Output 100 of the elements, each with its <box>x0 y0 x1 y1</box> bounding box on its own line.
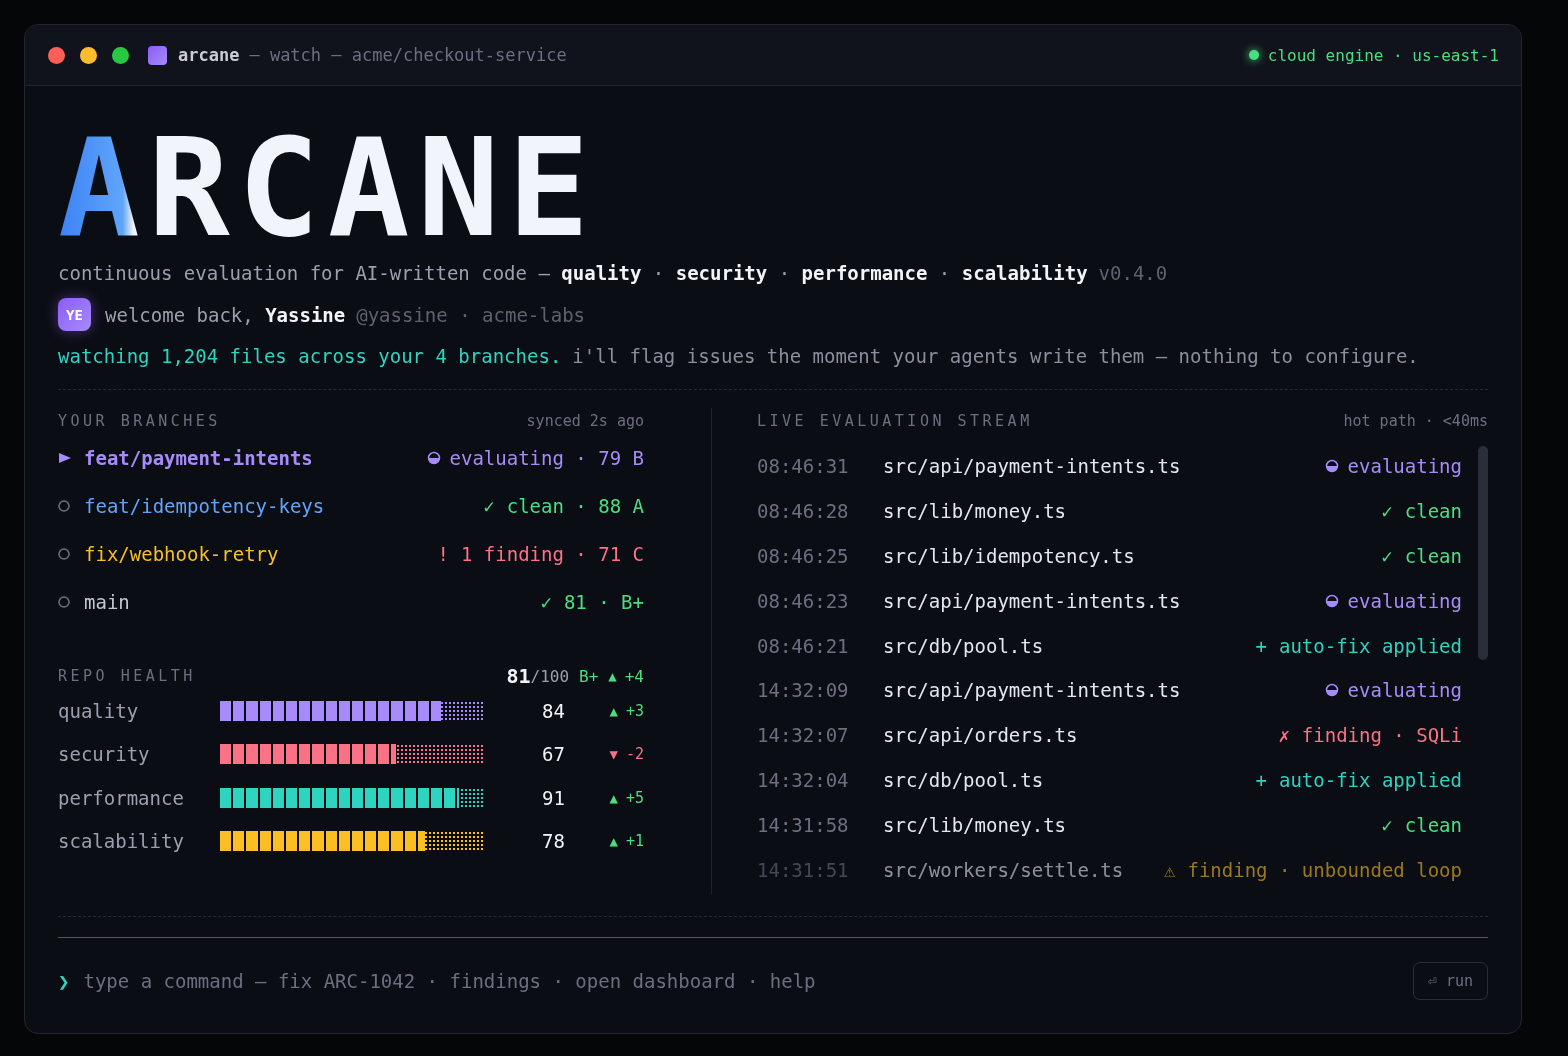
branch-name: feat/idempotency-keys <box>84 495 325 517</box>
event-status: finding · SQLi <box>1301 724 1462 747</box>
event-status: clean <box>1404 813 1462 836</box>
circle-marker-icon <box>58 596 72 608</box>
branch-name: feat/payment-intents <box>84 447 313 469</box>
trend-arrow: ▲ <box>609 833 618 850</box>
event-status: auto-fix applied <box>1278 768 1462 791</box>
file-path: src/db/pool.ts <box>883 634 1044 657</box>
file-path: src/lib/money.ts <box>883 500 1067 523</box>
section-title: REPO HEALTH <box>58 667 196 685</box>
metric-delta: -2 <box>625 745 644 764</box>
status-glyph: ⚠ <box>1164 858 1176 881</box>
branch-item[interactable]: main ✓ 81 · B+ <box>58 578 644 626</box>
trend-arrow: ▲ <box>609 789 618 806</box>
maximize-button[interactable] <box>112 46 129 64</box>
event-time: 08:46:25 <box>757 545 850 567</box>
event-status: clean <box>1404 545 1462 567</box>
section-title: LIVE EVALUATION STREAM <box>757 412 1033 430</box>
branch-status: 1 finding · 71 C <box>460 543 644 565</box>
watching-note: i'll flag issues the moment your agents write them — nothing to configure. <box>572 345 1419 367</box>
file-path: src/api/payment-intents.ts <box>883 589 1181 612</box>
app-icon <box>148 45 167 65</box>
app-name: arcane <box>178 45 240 65</box>
status-glyph: ✓ <box>540 591 552 613</box>
status-glyph: ✓ <box>1381 500 1393 523</box>
status-dot-icon <box>1248 50 1259 60</box>
branch-item[interactable]: feat/idempotency-keys ✓ clean · 88 A <box>58 482 644 530</box>
branch-item[interactable]: feat/payment-intents evaluating · 79 B <box>58 434 644 482</box>
event-time: 08:46:31 <box>757 455 850 478</box>
metric-delta: +3 <box>625 701 644 720</box>
status-glyph: + <box>1255 634 1267 657</box>
version-label: v0.4.0 <box>1098 262 1168 284</box>
file-path: src/db/pool.ts <box>883 768 1044 791</box>
file-path: src/lib/money.ts <box>883 813 1067 836</box>
circle-marker-icon <box>58 548 72 560</box>
metric-value: 78 <box>541 830 565 853</box>
file-path: src/lib/idempotency.ts <box>883 545 1135 567</box>
health-grade: B+ <box>579 666 599 686</box>
event-time: 08:46:28 <box>757 500 850 523</box>
branch-name: fix/webhook-retry <box>84 543 279 565</box>
event-status: evaluating <box>1347 455 1462 478</box>
metric-value: 67 <box>541 743 565 766</box>
watching-summary: watching 1,204 files across your 4 branches. <box>58 345 562 367</box>
metric-value: 84 <box>541 699 565 722</box>
file-path: src/api/payment-intents.ts <box>883 679 1181 702</box>
sync-status: synced 2s ago <box>526 412 644 430</box>
score-delta: +4 <box>624 666 644 686</box>
event-time: 14:31:58 <box>757 813 850 836</box>
health-score: 81 <box>506 664 531 688</box>
engine-status: cloud engine · us-east-1 <box>1267 45 1499 65</box>
user-handle: @yassine · acme-labs <box>356 303 585 326</box>
event-time: 14:32:09 <box>757 679 850 702</box>
metric-name: security <box>58 743 151 766</box>
metric-value: 91 <box>541 786 565 809</box>
event-time: 14:32:07 <box>757 724 850 747</box>
half-circle-icon <box>1324 683 1339 698</box>
command-input[interactable]: type a command — fix ARC-1042 · findings · open dashboard · help <box>81 969 1413 993</box>
branch-status: clean · 88 A <box>506 495 644 517</box>
status-glyph: + <box>1255 768 1267 791</box>
half-circle-icon <box>1324 459 1339 474</box>
latency-label: hot path · <40ms <box>1343 412 1488 430</box>
branch-item[interactable]: fix/webhook-retry ! 1 finding · 71 C <box>58 530 644 578</box>
status-glyph: ✓ <box>1381 813 1393 836</box>
prompt-glyph: ❯ <box>58 970 70 992</box>
metric-delta: +1 <box>625 832 644 851</box>
event-time: 14:31:51 <box>757 858 850 881</box>
scrollbar[interactable] <box>1478 446 1488 660</box>
branch-status: evaluating · 79 B <box>449 447 644 469</box>
status-glyph: ✓ <box>483 495 495 517</box>
status-glyph: ✗ <box>1278 724 1290 747</box>
minimize-button[interactable] <box>80 46 97 64</box>
run-button[interactable]: ⏎ run <box>1412 962 1488 1000</box>
event-time: 14:32:04 <box>757 768 850 791</box>
event-status: clean <box>1404 500 1462 523</box>
event-status: evaluating <box>1347 589 1462 612</box>
window-title: — watch — acme/checkout-service <box>249 45 567 65</box>
metric-name: quality <box>58 699 140 722</box>
tagline: continuous evaluation for AI-written code — quality · security · performance · scalability <box>58 262 1088 284</box>
event-time: 08:46:23 <box>757 589 850 612</box>
event-status: finding · unbounded loop <box>1187 858 1462 881</box>
metric-name: scalability <box>58 830 185 853</box>
score-max: /100 <box>530 666 570 686</box>
event-status: evaluating <box>1347 679 1462 702</box>
branch-name: main <box>84 591 130 613</box>
file-path: src/api/payment-intents.ts <box>883 455 1181 478</box>
half-circle-icon <box>426 451 441 465</box>
trend-arrow: ▼ <box>609 746 618 763</box>
user-avatar: YE <box>58 298 91 331</box>
welcome-text: welcome back, Yassine <box>105 303 346 326</box>
metric-name: performance <box>58 786 185 809</box>
section-title: YOUR BRANCHES <box>58 412 221 430</box>
play-marker-icon <box>58 452 72 464</box>
event-status: auto-fix applied <box>1278 634 1462 657</box>
trend-arrow: ▲ <box>608 668 617 684</box>
event-time: 08:46:21 <box>757 634 850 657</box>
close-button[interactable] <box>48 46 65 64</box>
status-glyph: ✓ <box>1381 545 1393 567</box>
trend-arrow: ▲ <box>609 702 618 719</box>
metric-delta: +5 <box>625 788 644 807</box>
file-path: src/api/orders.ts <box>883 724 1078 747</box>
